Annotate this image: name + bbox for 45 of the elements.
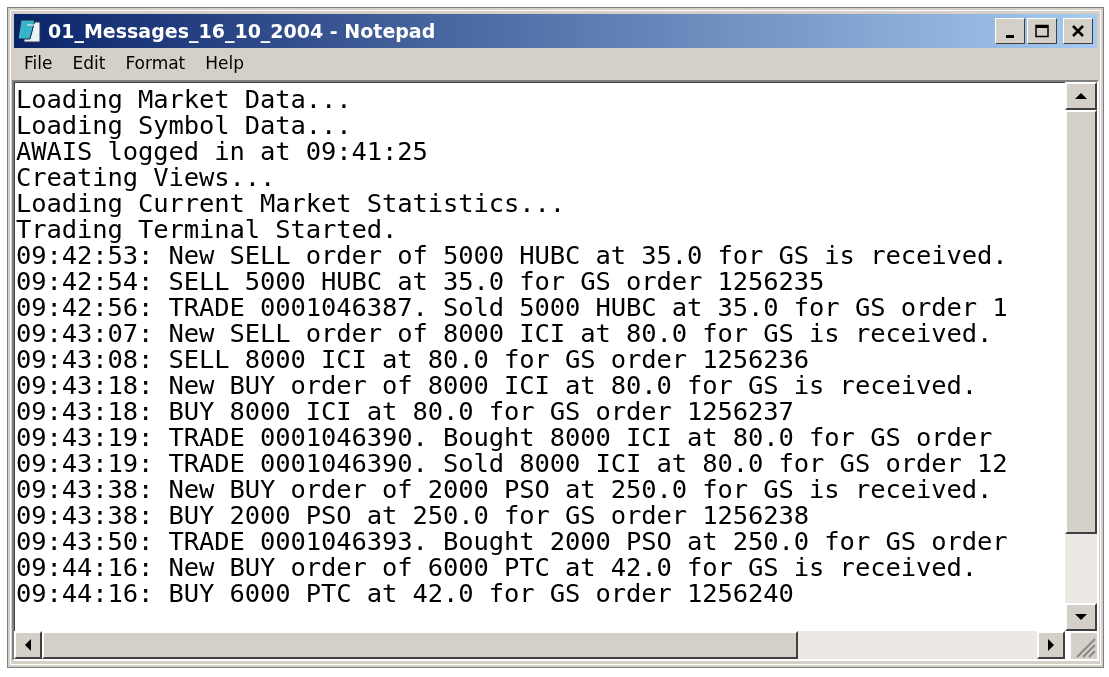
scroll-up-button[interactable]: [1065, 82, 1097, 110]
text-line: 09:42:53: New SELL order of 5000 HUBC at 35.0 for GS is received.: [16, 242, 1009, 268]
notepad-icon: [18, 17, 44, 45]
maximize-icon: [1034, 24, 1050, 38]
close-button[interactable]: [1063, 18, 1093, 44]
horizontal-scrollbar[interactable]: [14, 631, 1065, 659]
text-line: 09:43:18: New BUY order of 8000 ICI at 80.0 for GS is received.: [16, 372, 978, 398]
close-icon: [1070, 24, 1086, 38]
left-arrow-icon: [23, 638, 33, 652]
vertical-scrollbar[interactable]: [1065, 82, 1097, 631]
text-line: Loading Current Market Statistics...: [16, 190, 567, 216]
scroll-thumb[interactable]: [42, 631, 799, 659]
text-line: 09:43:38: New BUY order of 2000 PSO at 250.0 for GS is received.: [16, 476, 994, 502]
up-arrow-icon: [1074, 91, 1088, 101]
scroll-down-button[interactable]: [1065, 603, 1097, 631]
text-line: 09:43:38: BUY 2000 PSO at 250.0 for GS order 1256238: [16, 502, 811, 528]
right-arrow-icon: [1046, 638, 1056, 652]
text-line: 09:43:19: TRADE 0001046390. Bought 8000 ICI at 80.0 for GS order: [16, 424, 994, 450]
minimize-button[interactable]: [995, 18, 1025, 44]
text-line: 09:44:16: New BUY order of 6000 PTC at 42.0 for GS is received.: [16, 554, 978, 580]
text-line: 09:43:07: New SELL order of 8000 ICI at 80.0 for GS is received.: [16, 320, 994, 346]
menu-item[interactable]: File: [16, 53, 61, 73]
menu-item[interactable]: Help: [197, 53, 253, 73]
text-line: Loading Market Data...: [16, 86, 353, 112]
scroll-right-button[interactable]: [1037, 631, 1065, 659]
text-line: 09:43:19: TRADE 0001046390. Sold 8000 ICI at 80.0 for GS order 12: [16, 450, 1009, 476]
text-line: 09:43:08: SELL 8000 ICI at 80.0 for GS order 1256236: [16, 346, 811, 372]
resize-grip-icon[interactable]: [1071, 633, 1097, 659]
menu-item[interactable]: Format: [117, 53, 194, 73]
menu-item[interactable]: Edit: [64, 53, 114, 73]
text-line: 09:43:50: TRADE 0001046393. Bought 2000 PSO at 250.0 for GS order: [16, 528, 1009, 554]
scroll-thumb[interactable]: [1065, 110, 1097, 534]
down-arrow-icon: [1074, 612, 1088, 622]
text-line: Creating Views...: [16, 164, 277, 190]
text-line: AWAIS logged in at 09:41:25: [16, 138, 429, 164]
text-line: Trading Terminal Started.: [16, 216, 399, 242]
text-line: 09:42:54: SELL 5000 HUBC at 35.0 for GS order 1256235: [16, 268, 826, 294]
text-line: 09:43:18: BUY 8000 ICI at 80.0 for GS order 1256237: [16, 398, 795, 424]
maximize-button[interactable]: [1027, 18, 1057, 44]
text-line: 09:44:16: BUY 6000 PTC at 42.0 for GS order 1256240: [16, 580, 795, 606]
scroll-left-button[interactable]: [14, 631, 42, 659]
window-title: 01_Messages_16_10_2004 - Notepad: [48, 20, 437, 42]
minimize-icon: [1006, 34, 1014, 38]
text-line: Loading Symbol Data...: [16, 112, 353, 138]
text-line: 09:42:56: TRADE 0001046387. Sold 5000 HUBC at 35.0 for GS order 1: [16, 294, 1009, 320]
